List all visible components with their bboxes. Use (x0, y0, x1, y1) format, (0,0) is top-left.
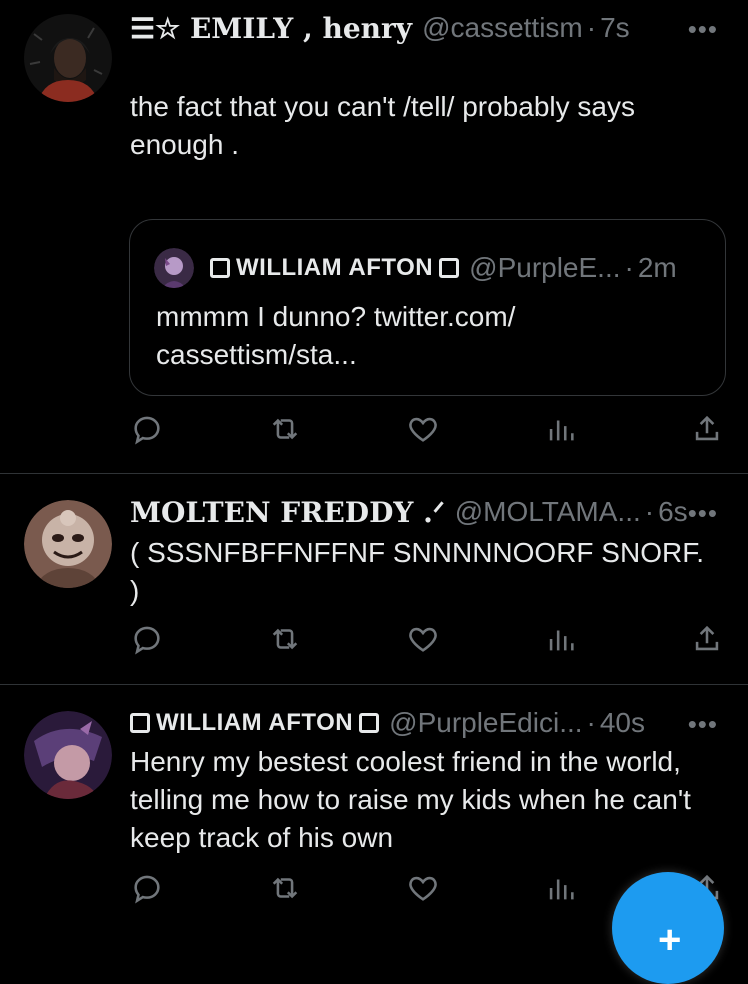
share-icon (695, 625, 719, 651)
handle[interactable]: @PurpleEdici... (389, 707, 582, 739)
display-name[interactable]: ☰☆ EMILY , henry (130, 12, 412, 45)
display-name[interactable]: MOLTEN FREDDY .ᐟ (130, 496, 445, 529)
quote-display-name: WILLIAM AFTON (236, 254, 434, 281)
heart-icon (409, 417, 437, 442)
tweet-text: ( SSSNFBFFNFFNF SNNNNNOORF SNORF. ) (130, 537, 704, 606)
quote-header: WILLIAM AFTON @PurpleE... · 2m (204, 248, 705, 288)
heart-icon (409, 876, 437, 901)
quote-tweet[interactable]: WILLIAM AFTON @PurpleE... · 2m mmmm I du… (129, 219, 726, 396)
action-bar (130, 622, 724, 658)
share-button[interactable] (690, 412, 726, 448)
reply-icon (134, 875, 160, 904)
tweet-2[interactable]: MOLTEN FREDDY .ᐟ @MOLTAMA... · 6s ••• ( … (0, 474, 748, 684)
views-button[interactable] (544, 412, 580, 448)
repost-icon (272, 628, 298, 650)
more-icon[interactable]: ••• (688, 709, 718, 740)
repost-button[interactable] (268, 622, 304, 658)
separator-dot: · (644, 496, 655, 527)
reply-button[interactable] (130, 871, 166, 907)
more-icon[interactable]: ••• (688, 14, 718, 45)
like-button[interactable] (406, 412, 442, 448)
avatar[interactable] (24, 14, 112, 102)
repost-icon (272, 418, 298, 440)
reply-icon (134, 626, 160, 655)
separator-dot: · (586, 12, 597, 43)
timestamp[interactable]: 40s (600, 707, 645, 739)
views-button[interactable] (544, 871, 580, 907)
separator-dot: · (586, 707, 596, 738)
square-icon (359, 713, 380, 733)
views-button[interactable] (544, 622, 580, 658)
handle[interactable]: @MOLTAMA... (455, 496, 641, 528)
tweet-header: MOLTEN FREDDY .ᐟ @MOLTAMA... · 6s ••• (130, 492, 718, 532)
quote-timestamp: 2m (637, 252, 677, 283)
reply-icon (134, 416, 160, 445)
like-button[interactable] (406, 622, 442, 658)
reply-button[interactable] (130, 622, 166, 658)
plus-icon: + (658, 918, 682, 962)
timestamp[interactable]: 6s (658, 496, 688, 528)
square-icon (210, 258, 230, 278)
square-icon (130, 713, 150, 733)
share-icon (695, 415, 719, 441)
quote-avatar (154, 248, 194, 288)
tweet-1[interactable]: ☰☆ EMILY , henry @cassettism · 7s ••• th… (0, 0, 748, 473)
views-icon (549, 879, 574, 900)
tweet-text: the fact that you can't /tell/ probably … (130, 91, 635, 160)
tweet-header: ☰☆ EMILY , henry @cassettism · 7s ••• (130, 8, 718, 48)
quote-handle: @PurpleE... (469, 252, 621, 283)
reply-button[interactable] (130, 412, 166, 448)
display-name[interactable]: WILLIAM AFTON (156, 709, 353, 737)
avatar[interactable] (24, 500, 112, 588)
repost-button[interactable] (268, 871, 304, 907)
separator-dot: · (624, 252, 634, 283)
views-icon (549, 420, 574, 441)
heart-icon (409, 627, 437, 652)
avatar[interactable] (24, 711, 112, 799)
views-icon (549, 630, 574, 651)
handle[interactable]: @cassettism (422, 12, 583, 44)
action-bar (130, 412, 724, 448)
repost-icon (272, 877, 298, 899)
repost-button[interactable] (268, 412, 304, 448)
quote-text: mmmm I dunno? twitter.com/ cassettism/st… (156, 301, 516, 370)
like-button[interactable] (406, 871, 442, 907)
more-icon[interactable]: ••• (688, 498, 718, 529)
square-icon (439, 258, 460, 278)
compose-button[interactable]: + (612, 872, 724, 984)
timestamp[interactable]: 7s (600, 12, 630, 44)
share-button[interactable] (690, 622, 726, 658)
tweet-text: Henry my bestest coolest friend in the w… (130, 746, 691, 853)
tweet-header: WILLIAM AFTON @PurpleEdici... · 40s ••• (130, 703, 718, 743)
